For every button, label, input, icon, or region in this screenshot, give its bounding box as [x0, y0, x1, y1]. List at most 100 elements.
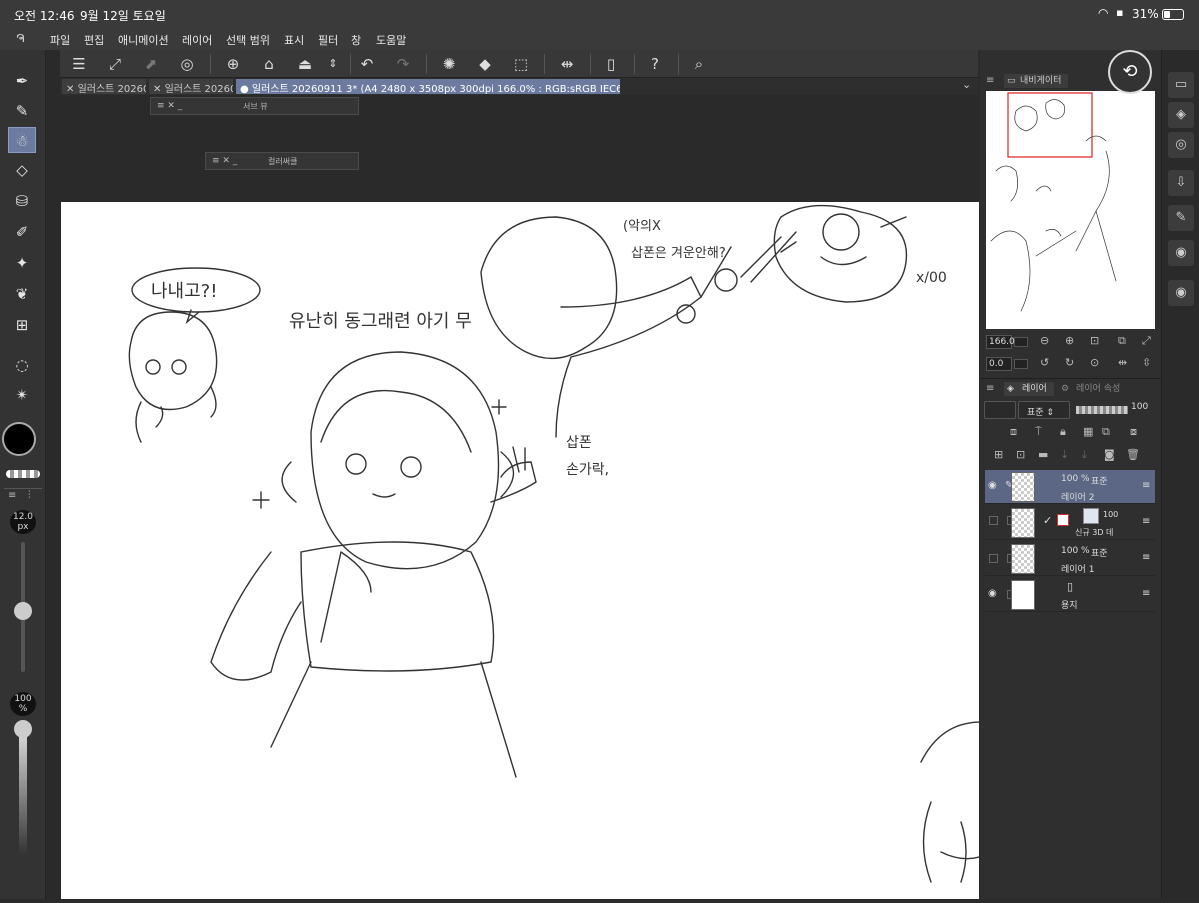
visibility-checkbox[interactable]: [989, 554, 998, 563]
fit-canvas-icon[interactable]: ⤢: [104, 53, 126, 75]
undo-icon[interactable]: ↶: [356, 53, 378, 75]
reset-rotation-icon[interactable]: ⊙: [1090, 356, 1099, 369]
fit-window-icon[interactable]: ⤢: [1142, 334, 1151, 348]
tab-doc-1[interactable]: ✕ 일러스트 20260: [62, 79, 146, 94]
layer-opacity-value[interactable]: 100: [1131, 402, 1148, 412]
transparent-color-icon[interactable]: [6, 470, 40, 478]
menu-edit[interactable]: 편집: [84, 32, 104, 48]
panel-menu-icon[interactable]: ≡: [986, 383, 994, 394]
opacity-handle[interactable]: [14, 720, 32, 738]
hamburger-menu-icon[interactable]: ☰: [68, 53, 90, 75]
panel-close-icon[interactable]: ≡ ✕ _: [157, 101, 182, 111]
brush-icon[interactable]: ✐: [8, 219, 36, 245]
photo-panel-icon[interactable]: ◉: [1168, 280, 1194, 306]
pen-tool-icon[interactable]: ✒: [8, 68, 36, 94]
transform-icon[interactable]: ⬚: [510, 53, 532, 75]
tab-doc-2[interactable]: ✕ 일러스트 20260: [149, 79, 233, 94]
zoom-in-icon[interactable]: ⊕: [1065, 334, 1074, 347]
lock-icon[interactable]: 🔒︎: [1060, 425, 1066, 439]
layer-item-1[interactable]: 100 % 표준 레이어 1 ≡: [985, 542, 1155, 576]
drag-handle-icon[interactable]: ≡: [1142, 480, 1150, 491]
rotate-left-icon[interactable]: ↺: [1040, 356, 1049, 369]
merge-down-icon[interactable]: ⤓: [1082, 448, 1087, 462]
drawing-paper[interactable]: 나내고?! 유난히 동그래련 아기 무 (악의X 삽폰은 겨운안해? 삽폰 손가…: [61, 202, 982, 899]
menu-file[interactable]: 파일: [50, 32, 70, 48]
tab-navigator[interactable]: ▭ 내비게이터: [1004, 74, 1068, 88]
new-vector-layer-icon[interactable]: ⊡: [1016, 448, 1025, 461]
delete-layer-icon[interactable]: 🗑︎: [1126, 448, 1140, 461]
panel-close-icon[interactable]: ≡ ✕ _: [212, 156, 237, 166]
blend-icon[interactable]: ❦: [8, 281, 36, 307]
app-logo-icon[interactable]: ຈ: [16, 30, 25, 46]
color-circle-panel[interactable]: ≡ ✕ _ 컬러써클: [205, 152, 359, 170]
menu-view[interactable]: 표시: [284, 32, 304, 48]
grid-icon[interactable]: ⊞: [8, 312, 36, 338]
companion-icon[interactable]: ◎: [176, 53, 198, 75]
layer-item-paper[interactable]: ◉ ▯ 용지 ≡: [985, 578, 1155, 612]
clip-layer-icon[interactable]: ⧈: [1010, 425, 1017, 439]
export-icon[interactable]: ⬈: [140, 53, 162, 75]
rotation-slider[interactable]: [1014, 359, 1028, 369]
tab-layer[interactable]: ◈ 레이어: [1004, 382, 1054, 396]
new-folder-icon[interactable]: ▬: [1038, 448, 1048, 461]
sub-view-panel[interactable]: ≡ ✕ _ 서브 뷰: [150, 97, 359, 115]
new-raster-layer-icon[interactable]: ⊞: [994, 448, 1003, 461]
panel-menu-icon[interactable]: ≡: [986, 75, 994, 86]
blend-mode-select[interactable]: 표준 ⇕: [1018, 401, 1070, 419]
visibility-checkbox[interactable]: [989, 516, 998, 525]
loading-icon[interactable]: ✺: [438, 53, 460, 75]
drag-handle-icon[interactable]: ≡: [1142, 588, 1150, 599]
actual-size-icon[interactable]: ⧉: [1118, 334, 1126, 348]
layer-color-select[interactable]: [984, 401, 1016, 419]
pen-nib-icon[interactable]: ✎: [8, 98, 36, 124]
edge-keyboard-icon[interactable]: ⟲: [1108, 50, 1152, 94]
help-icon[interactable]: ?: [644, 53, 666, 75]
lasso-icon[interactable]: ◌: [8, 352, 36, 378]
layer-mask-icon[interactable]: ◙: [1104, 448, 1115, 461]
redo-icon[interactable]: ↷: [392, 53, 414, 75]
tab-layer-properties[interactable]: ⚙ 레이어 속성: [1058, 382, 1122, 396]
drag-handle-icon[interactable]: ≡: [1142, 552, 1150, 563]
navigator-panel-icon[interactable]: ▭: [1168, 72, 1194, 98]
layer-item-2[interactable]: ◉ ✎ 100 % 표준 레이어 2 ≡: [985, 470, 1155, 504]
navigator-preview[interactable]: [986, 91, 1155, 329]
main-color-swatch[interactable]: [2, 422, 36, 456]
eraser-icon[interactable]: ◇: [8, 157, 36, 183]
magic-wand-icon[interactable]: ✴: [8, 382, 36, 408]
menu-layer[interactable]: 레이어: [182, 32, 212, 48]
tabs-dropdown-icon[interactable]: ⌄: [962, 78, 971, 91]
panel-menu-icon[interactable]: ≡: [8, 490, 16, 501]
rotate-right-icon[interactable]: ↻: [1065, 356, 1074, 369]
flip-v-icon[interactable]: ⇳: [1142, 356, 1151, 369]
import-panel-icon[interactable]: ⇩: [1168, 170, 1194, 196]
layers-panel-icon[interactable]: ◈: [1168, 102, 1194, 128]
eye-icon[interactable]: ◉: [988, 480, 997, 491]
menu-help[interactable]: 도움말: [376, 32, 406, 48]
smartphone-icon[interactable]: ▯: [600, 53, 622, 75]
sparkle-icon[interactable]: ✦: [8, 250, 36, 276]
decoration-tool-icon[interactable]: ☃: [8, 127, 36, 153]
reference-layer-icon[interactable]: ⍑: [1035, 425, 1042, 439]
menu-animation[interactable]: 애니메이션: [118, 32, 169, 48]
flip-h-icon[interactable]: ⇹: [1118, 356, 1127, 369]
fill-icon[interactable]: ◆: [474, 53, 496, 75]
zoom-out-icon[interactable]: ⊖: [1040, 334, 1049, 347]
new-file-icon[interactable]: ⊕: [222, 53, 244, 75]
mask-enable-icon[interactable]: ⧉: [1102, 425, 1110, 439]
search-canvas-icon[interactable]: ⌕: [688, 53, 710, 75]
save-options-icon[interactable]: ⇕: [322, 53, 344, 75]
menu-window[interactable]: 창: [351, 32, 361, 48]
tab-doc-active[interactable]: ● 일러스트 20260911 3* (A4 2480 x 3508px 300…: [236, 79, 620, 94]
zoom-value[interactable]: 166.0: [986, 335, 1015, 349]
save-icon[interactable]: ⏏: [294, 53, 316, 75]
history-panel-icon[interactable]: ✎: [1168, 205, 1194, 231]
material-panel-icon[interactable]: ◎: [1168, 132, 1194, 158]
brush-size-handle[interactable]: [14, 602, 32, 620]
menu-selection[interactable]: 선택 범위: [226, 32, 270, 48]
zoom-slider[interactable]: [1014, 337, 1028, 347]
fill-bucket-icon[interactable]: ⛁: [8, 188, 36, 214]
slider-settings-icon[interactable]: ⫶: [28, 490, 31, 501]
navigator-view-rect[interactable]: [1007, 92, 1093, 158]
layer-item-3d[interactable]: ✓ 100 신규 3D 데 ≡: [985, 506, 1155, 540]
fit-screen-icon[interactable]: ⊡: [1090, 334, 1099, 347]
